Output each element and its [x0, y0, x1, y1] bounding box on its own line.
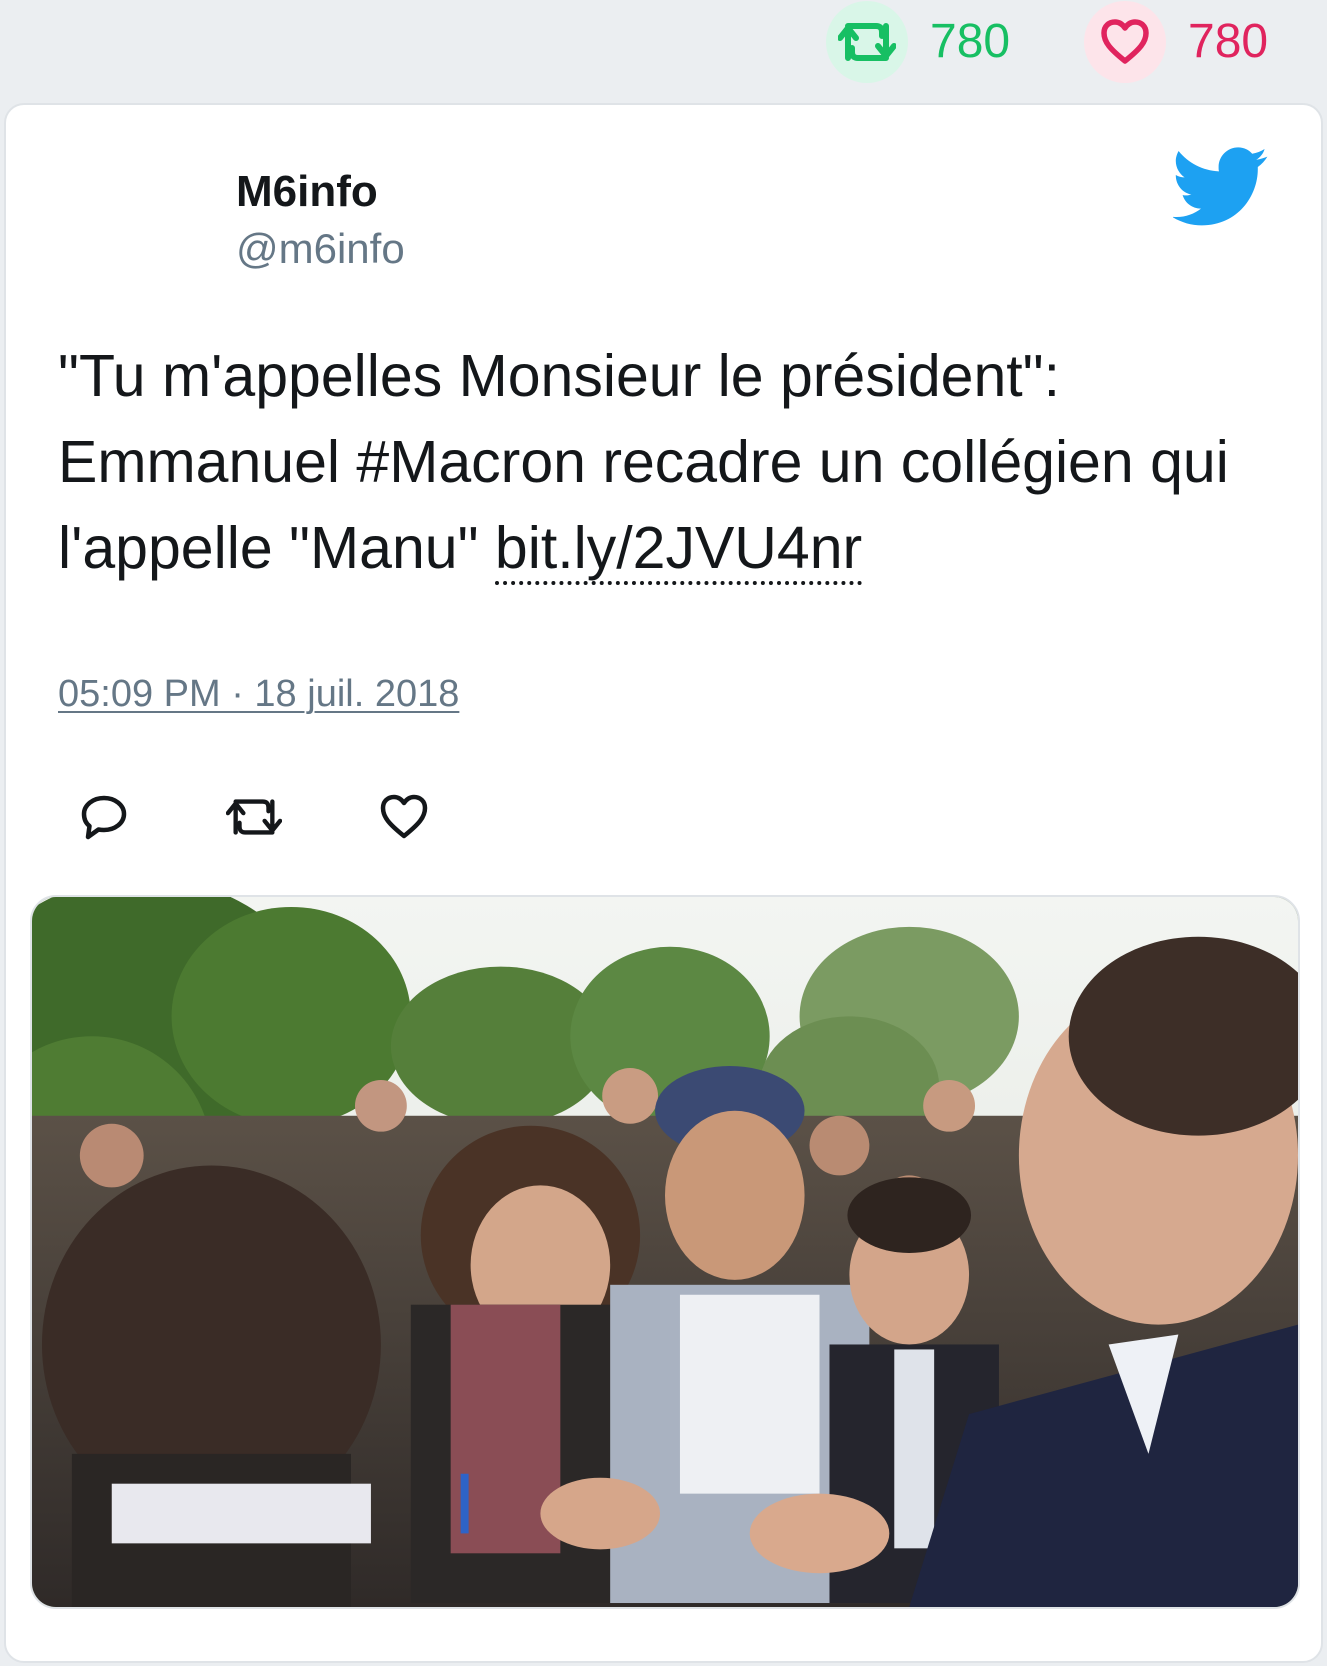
retweet-icon[interactable]	[826, 1, 908, 83]
reply-button[interactable]	[76, 789, 132, 845]
retweet-count: 780	[930, 15, 1011, 68]
like-count: 780	[1188, 15, 1269, 68]
like-stat[interactable]: 780	[1084, 1, 1269, 83]
tweet-card: M6info @m6info "Tu m'appelles Monsieur l…	[4, 103, 1323, 1663]
engagement-stats-bar: 780 780	[0, 0, 1327, 100]
crowd-photo	[32, 897, 1298, 1607]
heart-icon	[380, 794, 428, 839]
retweet-button[interactable]	[226, 789, 282, 845]
reply-icon	[81, 795, 127, 840]
retweet-icon	[226, 799, 282, 835]
twitter-bird-icon[interactable]	[1171, 147, 1269, 227]
author-name[interactable]: M6info	[236, 167, 405, 218]
tweet-media-photo[interactable]	[30, 895, 1300, 1609]
tweet-author[interactable]: M6info @m6info	[236, 167, 405, 274]
tweet-link[interactable]: bit.ly/2JVU4nr	[494, 515, 863, 585]
tweet-text: "Tu m'appelles Monsieur le président": E…	[58, 333, 1288, 591]
author-handle[interactable]: @m6info	[236, 224, 405, 274]
tweet-actions	[76, 789, 526, 845]
avatar[interactable]	[58, 163, 208, 313]
like-button[interactable]	[376, 789, 432, 845]
heart-icon[interactable]	[1084, 1, 1166, 83]
retweet-stat[interactable]: 780	[826, 1, 1011, 83]
tweet-timestamp[interactable]: 05:09 PM · 18 juil. 2018	[58, 673, 459, 716]
